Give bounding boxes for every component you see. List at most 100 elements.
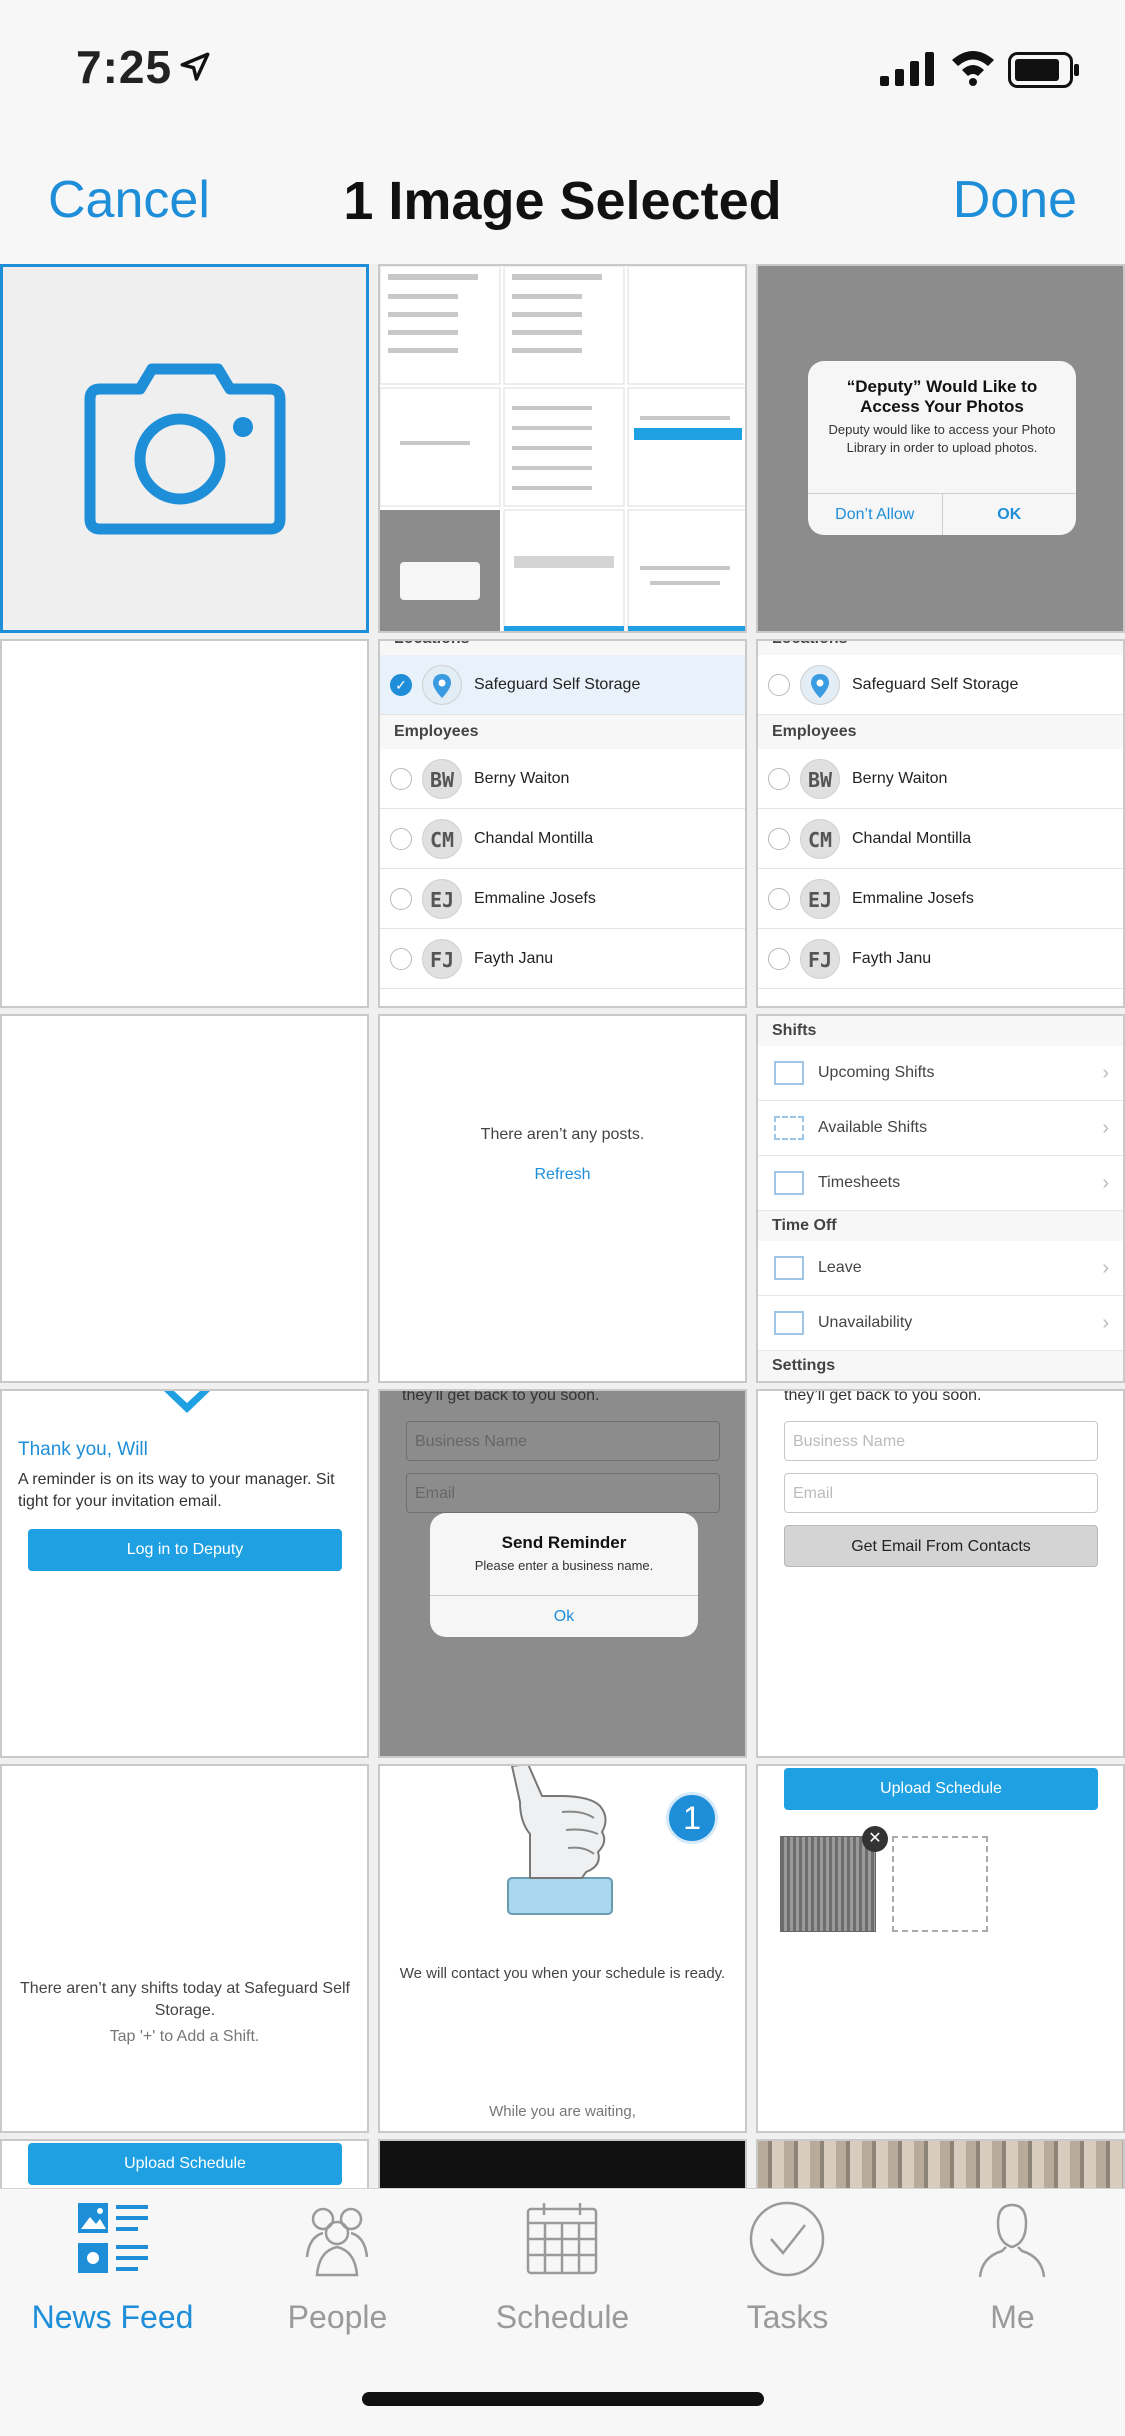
- refresh-link: Refresh: [534, 1166, 591, 1183]
- status-bar: 7:25: [0, 0, 1125, 140]
- photo-thumbnail[interactable]: [378, 2139, 747, 2188]
- map-pin-icon: [422, 664, 462, 705]
- radio-button: [390, 767, 412, 790]
- tab-schedule[interactable]: Schedule: [450, 2199, 675, 2349]
- location-row: Safeguard Self Storage: [758, 655, 1123, 715]
- photo-thumbnail[interactable]: Upload Schedule: [0, 2139, 369, 2188]
- employee-name: Chandal Montilla: [852, 829, 972, 847]
- radio-button: [390, 947, 412, 970]
- photo-thumbnail[interactable]: they’ll get back to you soon. Business N…: [756, 1389, 1125, 1758]
- chevron-right-icon: ›: [1102, 1311, 1109, 1334]
- photo-thumbnail[interactable]: There aren’t any shifts today at Safegua…: [0, 1764, 369, 2133]
- employee-name: Chandal Montilla: [474, 829, 594, 847]
- business-name-field: Business Name: [784, 1421, 1098, 1461]
- photo-thumbnail-blank[interactable]: [0, 1014, 369, 1383]
- photo-thumbnail[interactable]: [378, 264, 747, 633]
- employees-header: Employees: [380, 715, 745, 749]
- get-email-from-contacts-button: Get Email From Contacts: [784, 1525, 1098, 1567]
- menu-row: Unavailability ›: [758, 1296, 1123, 1351]
- tab-label: News Feed: [31, 2299, 194, 2335]
- photo-grid: “Deputy” Would Like to Access Your Photo…: [0, 264, 1125, 2188]
- menu-label: Leave: [818, 1259, 862, 1276]
- unavailability-icon: [774, 1311, 804, 1335]
- menu-row: Available Shifts ›: [758, 1101, 1123, 1156]
- waiting-text: While you are waiting,: [489, 2103, 636, 2120]
- photo-thumbnail[interactable]: Shifts Upcoming Shifts › Available Shifts…: [756, 1014, 1125, 1383]
- tab-people[interactable]: People: [225, 2199, 450, 2349]
- empty-posts-text: There aren’t any posts.: [480, 1126, 645, 1143]
- chevron-right-icon: ›: [1102, 1256, 1109, 1279]
- log-in-button: Log in to Deputy: [28, 1529, 342, 1571]
- time-off-header: Time Off: [758, 1211, 1123, 1241]
- photo-thumbnail[interactable]: they’ll get back to you soon. Business N…: [378, 1389, 747, 1758]
- employee-row: FJ Fayth Janu: [380, 929, 745, 989]
- photo-thumbnail[interactable]: 1 We will contact you when your schedule…: [378, 1764, 747, 2133]
- camera-icon: [84, 363, 285, 534]
- shifts-icon: [774, 1061, 804, 1085]
- photo-thumbnail[interactable]: Locations Safeguard Self Storage Employe…: [756, 639, 1125, 1008]
- top-text: they’ll get back to you soon.: [402, 1389, 600, 1404]
- tab-label: People: [287, 2299, 388, 2335]
- no-shifts-message: There aren’t any shifts today at Safegua…: [20, 1980, 350, 2019]
- deputy-logo-icon: [164, 1391, 210, 1413]
- tab-label: Schedule: [495, 2299, 630, 2335]
- radio-button: [768, 887, 790, 910]
- employee-name: Berny Waiton: [474, 769, 570, 787]
- employee-name: Berny Waiton: [852, 769, 948, 787]
- calendar-icon: [526, 2203, 598, 2275]
- settings-header: Settings: [758, 1351, 1123, 1381]
- employee-row: CM Chandal Montilla: [758, 809, 1123, 869]
- tab-me[interactable]: Me: [900, 2199, 1125, 2349]
- tab-tasks[interactable]: Tasks: [675, 2199, 900, 2349]
- thanks-message: A reminder is on its way to your manager…: [18, 1471, 335, 1510]
- email-field: Email: [784, 1473, 1098, 1513]
- email-field: Email: [406, 1473, 720, 1513]
- avatar: CM: [800, 818, 840, 859]
- shifts-header: Shifts: [758, 1016, 1123, 1046]
- employee-row: FJ Fayth Janu: [758, 929, 1123, 989]
- dont-allow-button: Don’t Allow: [835, 506, 915, 523]
- employee-row: CM Chandal Montilla: [380, 809, 745, 869]
- menu-row: Leave ›: [758, 1241, 1123, 1296]
- menu-label: Available Shifts: [818, 1119, 928, 1136]
- upload-schedule-button: Upload Schedule: [28, 2143, 342, 2185]
- photo-thumbnail[interactable]: Locations ✓ Safeguard Self Storage Emplo…: [378, 639, 747, 1008]
- menu-label: Upcoming Shifts: [818, 1064, 935, 1081]
- uploaded-photo-thumbnail: [780, 1836, 876, 1932]
- tab-news-feed[interactable]: News Feed: [0, 2199, 225, 2349]
- photo-thumbnail[interactable]: “Deputy” Would Like to Access Your Photo…: [756, 264, 1125, 633]
- top-text: they’ll get back to you soon.: [784, 1389, 982, 1404]
- available-shifts-icon: [774, 1116, 804, 1140]
- add-photo-placeholder: [892, 1836, 988, 1932]
- chevron-right-icon: ›: [1102, 1061, 1109, 1084]
- cellular-signal-icon: [880, 52, 934, 86]
- permission-dialog-title: “Deputy” Would Like to Access Your Photo…: [846, 377, 1038, 416]
- employee-row: EJ Emmaline Josefs: [758, 869, 1123, 929]
- photo-thumbnail[interactable]: Thank you, Will A reminder is on its way…: [0, 1389, 369, 1758]
- photo-thumbnail[interactable]: Upload Schedule ✕: [756, 1764, 1125, 2133]
- location-name: Safeguard Self Storage: [852, 675, 1019, 693]
- chevron-right-icon: ›: [1102, 1171, 1109, 1194]
- photo-thumbnail[interactable]: [756, 2139, 1125, 2188]
- done-button[interactable]: Done: [953, 170, 1077, 230]
- radio-button: [390, 827, 412, 850]
- menu-label: Timesheets: [818, 1174, 901, 1191]
- navigation-bar: Cancel 1 Image Selected Done: [0, 140, 1125, 264]
- screenshot-collage-thumbnail: [380, 266, 745, 631]
- permission-dialog: “Deputy” Would Like to Access Your Photo…: [808, 361, 1076, 535]
- locations-header: Locations: [380, 641, 745, 655]
- permission-dialog-message: Deputy would like to access your Photo L…: [828, 422, 1056, 455]
- employee-name: Fayth Janu: [852, 949, 932, 967]
- home-indicator[interactable]: [362, 2392, 764, 2406]
- business-name-field: Business Name: [406, 1421, 720, 1461]
- photo-thumbnail-blank[interactable]: [0, 639, 369, 1008]
- wifi-icon: [952, 51, 994, 86]
- locations-header: Locations: [758, 641, 1123, 655]
- battery-icon: [1008, 52, 1079, 88]
- location-name: Safeguard Self Storage: [474, 675, 641, 693]
- location-arrow-icon: [180, 52, 210, 81]
- photo-thumbnail[interactable]: There aren’t any posts. Refresh: [378, 1014, 747, 1383]
- camera-tile[interactable]: [0, 264, 369, 633]
- chevron-right-icon: ›: [1102, 1116, 1109, 1139]
- menu-row: Timesheets ›: [758, 1156, 1123, 1211]
